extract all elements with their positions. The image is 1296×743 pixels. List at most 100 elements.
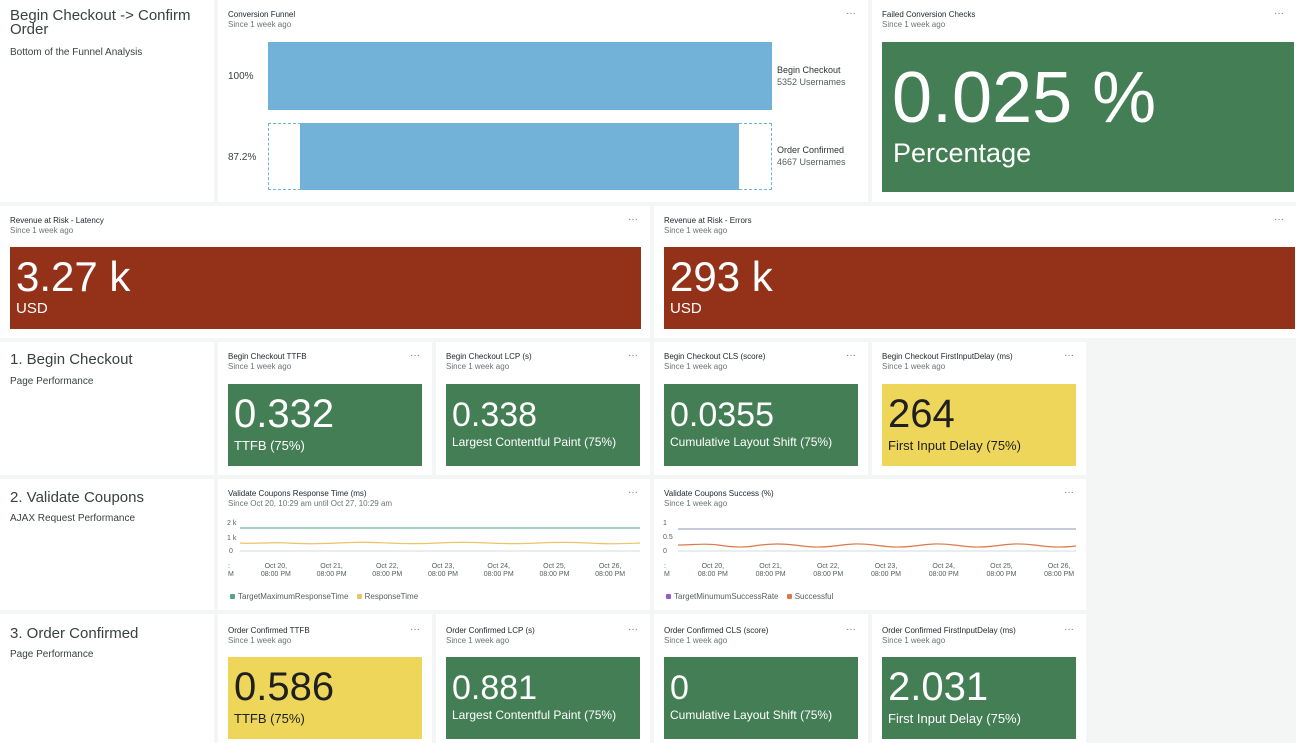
success-rate-chart[interactable]: 1 0.5 0 : M Oct 20,08:00 PMOct 21,08:00 …: [654, 515, 1086, 579]
widget-menu-icon[interactable]: ···: [846, 351, 856, 361]
widget-title: Begin Checkout LCP (s): [446, 352, 532, 361]
widget-since: Since 1 week ago: [228, 636, 292, 645]
billboard-green: 0.881 Largest Contentful Paint (75%): [446, 657, 640, 739]
legend-item[interactable]: TargetMinumumSuccessRate: [666, 592, 778, 601]
billboard-green: 0.025 % Percentage: [882, 42, 1294, 192]
series-successful: [677, 543, 1077, 548]
widget-menu-icon[interactable]: ···: [628, 488, 638, 498]
widget-since: Since 1 week ago: [446, 362, 510, 371]
widget-menu-icon[interactable]: ···: [1064, 488, 1074, 498]
chart-legend: TargetMinumumSuccessRate Successful: [666, 592, 833, 601]
section-title: 1. Begin Checkout: [10, 351, 133, 368]
widget-since: Since 1 week ago: [664, 226, 728, 235]
series-response-time: [239, 541, 641, 545]
x-tick-label: 08:00 PM: [756, 571, 786, 578]
widget-menu-icon[interactable]: ···: [846, 625, 856, 635]
funnel-bar-order-confirmed[interactable]: [300, 123, 739, 190]
billboard-value: 0.586: [234, 665, 335, 709]
section-title: 2. Validate Coupons: [10, 489, 144, 506]
widget-menu-icon[interactable]: ···: [410, 625, 420, 635]
response-time-chart[interactable]: 2 k 1 k 0 : M Oct 20,08:00 PMOct 21,08:0…: [218, 515, 650, 579]
billboard-value: 2.031: [888, 665, 989, 709]
billboard-yellow: 264 First Input Delay (75%): [882, 384, 1076, 466]
widget-menu-icon[interactable]: ···: [628, 215, 638, 225]
y-tick-label: 0.5: [663, 534, 673, 541]
widget-since: Since 1 week ago: [664, 499, 728, 508]
funnel-bar-begin-checkout[interactable]: [268, 42, 772, 110]
legend-item[interactable]: ResponseTime: [356, 592, 418, 601]
widget-since: Since 1 week ago: [228, 20, 292, 29]
widget-since: Since 1 week ago: [664, 636, 728, 645]
x-tick-label: 08:00 PM: [929, 571, 959, 578]
billboard-label: Largest Contentful Paint (75%): [452, 435, 617, 449]
x-tick-label: 08:00 PM: [595, 571, 625, 578]
begin-fid-widget: Begin Checkout FirstInputDelay (ms) Sinc…: [872, 342, 1086, 475]
widget-menu-icon[interactable]: ···: [1274, 215, 1284, 225]
widget-since: Since 1 week ago: [664, 362, 728, 371]
header-panel: Begin Checkout -> Confirm Order Bottom o…: [0, 0, 214, 202]
coupons-response-time-widget: Validate Coupons Response Time (ms) Sinc…: [218, 479, 650, 610]
x-tick-label: 08:00 PM: [428, 571, 458, 578]
funnel-step-percent: 87.2%: [228, 152, 257, 163]
billboard-yellow: 0.586 TTFB (75%): [228, 657, 422, 739]
billboard-value: 3.27 k: [16, 253, 131, 300]
x-tick-label: Oct 20,: [265, 563, 288, 570]
billboard-green: 0.0355 Cumulative Layout Shift (75%): [664, 384, 858, 466]
x-tick-label: Oct 26,: [1048, 563, 1071, 570]
widget-menu-icon[interactable]: ···: [628, 625, 638, 635]
legend-item[interactable]: Successful: [786, 592, 833, 601]
x-tick-partial: :: [228, 563, 230, 570]
x-ticks: Oct 20,08:00 PMOct 21,08:00 PMOct 22,08:…: [698, 563, 1074, 578]
begin-lcp-widget: Begin Checkout LCP (s) Since 1 week ago …: [436, 342, 650, 475]
billboard-value: 0.332: [234, 392, 335, 436]
x-tick-label: 08:00 PM: [261, 571, 291, 578]
x-tick-label: 08:00 PM: [484, 571, 514, 578]
widget-title: Order Confirmed FirstInputDelay (ms): [882, 626, 1016, 635]
x-tick-label: 08:00 PM: [813, 571, 843, 578]
billboard-green: 0 Cumulative Layout Shift (75%): [664, 657, 858, 739]
y-tick-label: 2 k: [227, 520, 237, 527]
widget-menu-icon[interactable]: ···: [1274, 9, 1284, 19]
section-subtitle: Page Performance: [10, 376, 94, 387]
funnel-step-percent: 100%: [228, 71, 254, 82]
order-ttfb-widget: Order Confirmed TTFB Since 1 week ago ··…: [218, 614, 432, 743]
section-order-confirmed: 3. Order Confirmed Page Performance: [0, 614, 214, 743]
widget-menu-icon[interactable]: ···: [846, 9, 856, 19]
order-lcp-widget: Order Confirmed LCP (s) Since 1 week ago…: [436, 614, 650, 743]
x-tick-label: Oct 20,: [702, 563, 725, 570]
widget-menu-icon[interactable]: ···: [628, 351, 638, 361]
x-tick-label: 08:00 PM: [372, 571, 402, 578]
billboard-label: Percentage: [893, 138, 1032, 168]
x-tick-label: 08:00 PM: [539, 571, 569, 578]
widget-title: Order Confirmed TTFB: [228, 626, 310, 635]
widget-menu-icon[interactable]: ···: [1064, 625, 1074, 635]
x-tick-label: Oct 24,: [932, 563, 955, 570]
legend-item[interactable]: TargetMaximumResponseTime: [230, 592, 348, 601]
y-tick-label: 0: [663, 548, 667, 555]
billboard-label: First Input Delay (75%): [888, 438, 1021, 453]
x-tick-label: 08:00 PM: [1044, 571, 1074, 578]
x-tick-label: Oct 23,: [432, 563, 455, 570]
billboard-label: Cumulative Layout Shift (75%): [670, 708, 833, 722]
widget-menu-icon[interactable]: ···: [1064, 351, 1074, 361]
failed-conversion-checks-widget: Failed Conversion Checks Since 1 week ag…: [872, 0, 1296, 202]
x-tick-label: 08:00 PM: [698, 571, 728, 578]
widget-since: Since 1 week ago: [446, 636, 510, 645]
billboard-red: 293 k USD: [664, 247, 1295, 329]
widget-menu-icon[interactable]: ···: [410, 351, 420, 361]
billboard-label: Largest Contentful Paint (75%): [452, 708, 617, 722]
billboard-label: USD: [670, 300, 702, 317]
x-tick-label: 08:00 PM: [986, 571, 1016, 578]
widget-since: Since 1 week ago: [882, 362, 946, 371]
x-tick-partial: M: [228, 571, 234, 578]
billboard-value: 293 k: [670, 253, 773, 300]
widget-since: Since 1 week ago: [882, 636, 946, 645]
widget-since: Since 1 week ago: [10, 226, 74, 235]
x-tick-label: Oct 23,: [875, 563, 898, 570]
section-subtitle: Page Performance: [10, 649, 94, 660]
funnel-step-count: 5352 Usernames: [777, 77, 846, 87]
billboard-red: 3.27 k USD: [10, 247, 641, 329]
billboard-value: 0.0355: [670, 396, 774, 434]
widget-since: Since 1 week ago: [882, 20, 946, 29]
coupons-success-widget: Validate Coupons Success (%) Since 1 wee…: [654, 479, 1086, 610]
